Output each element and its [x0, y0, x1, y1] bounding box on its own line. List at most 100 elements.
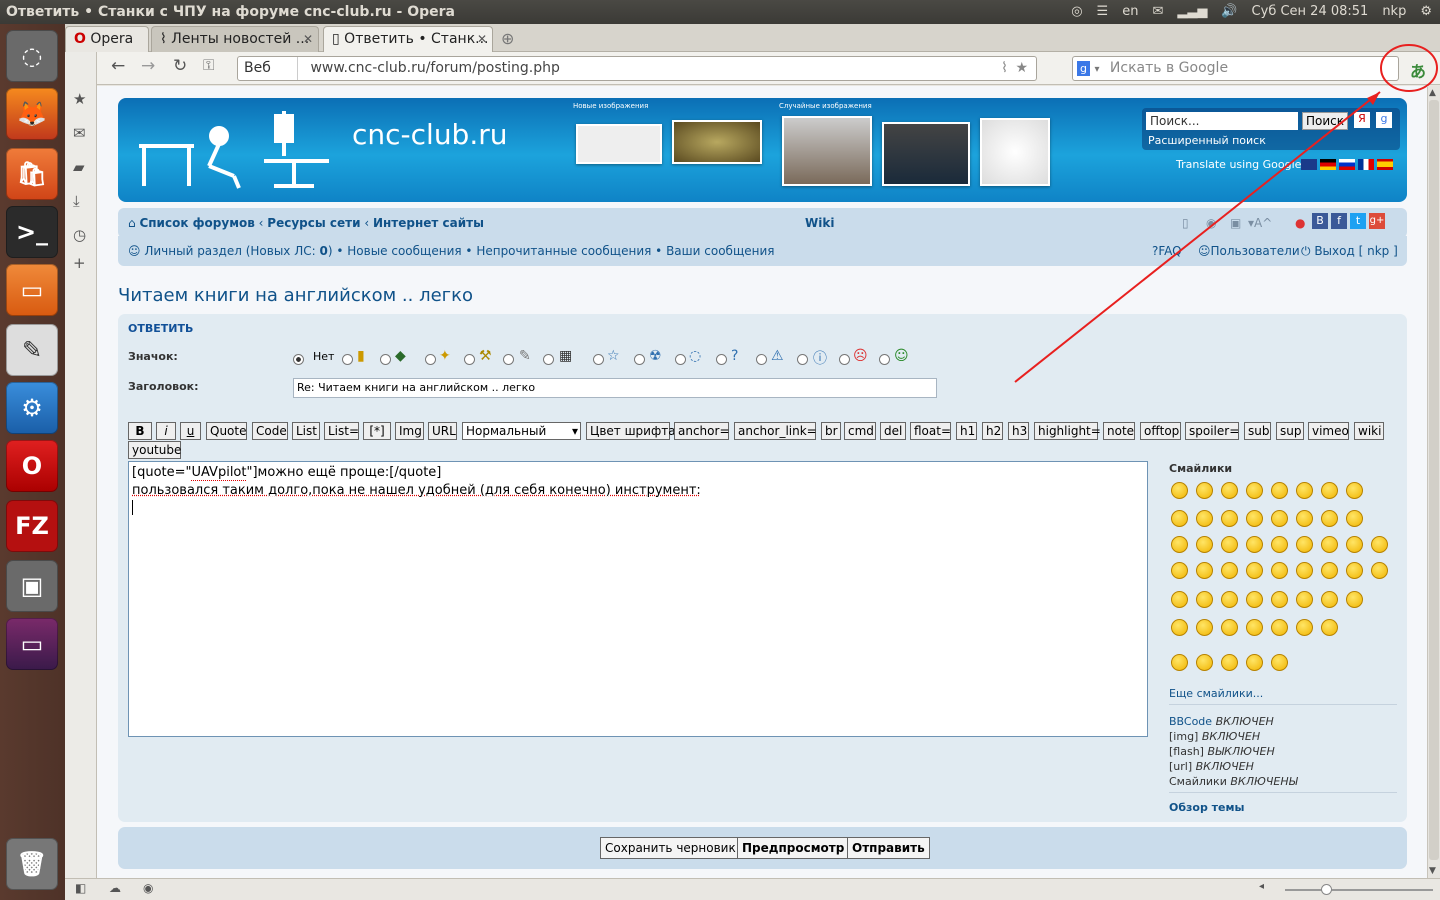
dash-icon[interactable]: ◌ [6, 30, 58, 82]
rss-icon[interactable]: ⌇ [1001, 57, 1008, 80]
panel-toggle-icon[interactable]: ◧ [75, 881, 86, 895]
smiley-icon[interactable] [1196, 619, 1213, 636]
icon-radio[interactable] [503, 354, 514, 365]
smiley-icon[interactable] [1271, 562, 1288, 579]
smiley-icon[interactable] [1346, 536, 1363, 553]
font-color-button[interactable]: Цвет шрифта [586, 422, 676, 440]
clock[interactable]: Суб Сен 24 08:51 [1252, 0, 1369, 24]
smiley-icon[interactable] [1171, 562, 1188, 579]
thumbnail-image[interactable] [782, 116, 872, 186]
more-smilies-link[interactable]: Еще смайлики... [1169, 687, 1263, 700]
text-editor-icon[interactable]: ✎ [6, 324, 58, 376]
opera-icon[interactable]: O [6, 440, 58, 492]
smiley-icon[interactable] [1296, 562, 1313, 579]
smiley-icon[interactable] [1346, 510, 1363, 527]
smiley-icon[interactable] [1321, 562, 1338, 579]
header-search-button[interactable]: Поиск [1302, 112, 1348, 130]
facebook-icon[interactable]: f [1331, 213, 1347, 229]
font-size-icon[interactable]: ▾A^ [1248, 208, 1272, 238]
ru-flag-icon[interactable] [1339, 159, 1355, 170]
zoom-slider[interactable] [1285, 889, 1433, 891]
your-posts-link[interactable]: Ваши сообщения [666, 244, 774, 258]
icon-radio[interactable] [425, 354, 436, 365]
reload-icon[interactable]: ↻ [173, 56, 187, 76]
scroll-down-icon[interactable]: ▼ [1429, 866, 1436, 876]
google-icon[interactable]: g [1376, 112, 1392, 128]
offtop-button[interactable]: offtop [1140, 422, 1181, 440]
scrollbar-thumb[interactable] [1429, 100, 1439, 860]
cmd-button[interactable]: cmd [844, 422, 876, 440]
uk-flag-icon[interactable] [1301, 159, 1317, 170]
breadcrumb-home[interactable]: Список форумов [139, 216, 254, 230]
settings-icon[interactable]: ⚙ [6, 382, 58, 434]
address-field[interactable]: Веб www.cnc-club.ru/forum/posting.php ⌇ … [237, 56, 1037, 81]
keyboard-layout[interactable]: en [1122, 0, 1138, 24]
icon-radio-none[interactable] [293, 354, 304, 365]
smiley-icon[interactable] [1171, 482, 1188, 499]
header-search-input[interactable]: Поиск... [1146, 112, 1298, 130]
smiley-icon[interactable] [1221, 591, 1238, 608]
preview-button[interactable]: Предпросмотр [737, 837, 850, 859]
breadcrumb-resources[interactable]: Ресурсы сети [267, 216, 360, 230]
sub-button[interactable]: sub [1244, 422, 1271, 440]
tab-active[interactable]: ▯ Ответить • Станк... ✕ [323, 26, 493, 52]
del-button[interactable]: del [880, 422, 906, 440]
smiley-icon[interactable] [1196, 482, 1213, 499]
url-button[interactable]: URL [428, 422, 457, 440]
star-icon[interactable]: ★ [1015, 57, 1028, 80]
smiley-icon[interactable] [1221, 562, 1238, 579]
smiley-icon[interactable] [1371, 562, 1388, 579]
scroll-up-icon[interactable]: ▲ [1429, 88, 1436, 98]
signal-icon[interactable]: ▂▃▅ [1177, 0, 1207, 24]
icon-radio[interactable] [879, 354, 890, 365]
list-button[interactable]: List [292, 422, 320, 440]
history-icon[interactable]: ◷ [73, 226, 86, 244]
icon-radio[interactable] [342, 354, 353, 365]
youtube-icon[interactable]: ● [1295, 208, 1305, 238]
speed-dial-icon[interactable]: ◉ [143, 881, 153, 895]
site-name[interactable]: cnc-club.ru [352, 118, 508, 151]
subject-input[interactable]: Re: Читаем книги на английском .. легко [293, 378, 937, 398]
smiley-icon[interactable] [1246, 654, 1263, 671]
br-button[interactable]: br [821, 422, 841, 440]
back-icon[interactable]: ← [111, 56, 125, 76]
smiley-icon[interactable] [1171, 619, 1188, 636]
close-icon[interactable]: ✕ [477, 27, 487, 51]
bbcode-status-label[interactable]: BBCode [1169, 715, 1212, 728]
wiki-button[interactable]: wiki [1354, 422, 1384, 440]
smiley-icon[interactable] [1271, 591, 1288, 608]
smiley-icon[interactable] [1321, 619, 1338, 636]
bold-button[interactable]: B [128, 422, 152, 440]
software-center-icon[interactable]: 🛍 [6, 148, 58, 200]
icon-radio[interactable] [797, 354, 808, 365]
smiley-icon[interactable] [1246, 591, 1263, 608]
smiley-icon[interactable] [1271, 536, 1288, 553]
submit-button[interactable]: Отправить [847, 837, 930, 859]
twitter-icon[interactable]: t [1350, 213, 1366, 229]
google-plus-icon[interactable]: g+ [1369, 213, 1385, 229]
italic-button[interactable]: i [156, 422, 176, 440]
trash-icon[interactable]: 🗑 [6, 838, 58, 890]
message-textarea[interactable]: [quote="UAVpilot"]можно ещё проще:[/quot… [128, 461, 1148, 737]
smiley-icon[interactable] [1221, 510, 1238, 527]
terminal-icon[interactable]: >_ [6, 206, 58, 258]
smiley-icon[interactable] [1346, 562, 1363, 579]
img-button[interactable]: Img [395, 422, 424, 440]
key-icon[interactable]: ⚿ [203, 56, 214, 74]
smiley-icon[interactable] [1346, 482, 1363, 499]
h1-button[interactable]: h1 [956, 422, 977, 440]
smiley-icon[interactable] [1371, 536, 1388, 553]
smiley-icon[interactable] [1221, 654, 1238, 671]
anchor-link-button[interactable]: anchor_link= [734, 422, 817, 440]
smiley-icon[interactable] [1321, 482, 1338, 499]
search-field[interactable]: g ▾ Искать в Google [1072, 56, 1399, 81]
desktop-icon[interactable]: ▭ [6, 618, 58, 670]
wiki-link[interactable]: Wiki [805, 208, 834, 238]
smiley-icon[interactable] [1246, 536, 1263, 553]
topic-title[interactable]: Читаем книги на английском .. легко [118, 285, 473, 306]
code-button[interactable]: Code [252, 422, 288, 440]
new-posts-link[interactable]: Новые сообщения [347, 244, 461, 258]
youtube-button[interactable]: youtube [128, 441, 181, 459]
network-icon[interactable]: ◎ [1071, 0, 1082, 24]
smiley-icon[interactable] [1196, 562, 1213, 579]
